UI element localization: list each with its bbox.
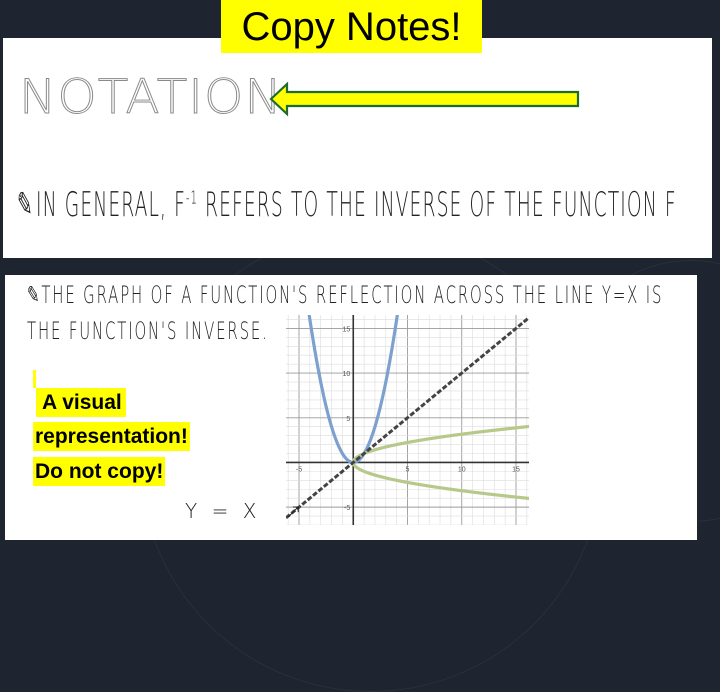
reflection-line1-text: THE GRAPH OF A FUNCTION'S REFLECTION ACR…	[41, 281, 664, 309]
yx-label-text: Y = X	[185, 499, 261, 523]
arrow-up-right-icon: ↗	[284, 499, 306, 523]
notation-panel: NOTATION ✎IN GENERAL, F-1 REFERS TO THE …	[3, 38, 712, 258]
general-notation-text: ✎IN GENERAL, F-1 REFERS TO THE INVERSE O…	[17, 185, 677, 225]
left-arrow-icon	[269, 81, 580, 117]
reflection-text-line2: THE FUNCTION'S INVERSE.	[27, 317, 269, 345]
function-graph: -5 5 10 15 -5 5 10 15	[286, 315, 529, 525]
general-text-post: REFERS TO THE INVERSE OF THE FUNCTION F	[198, 185, 677, 225]
note-highlight-1	[33, 370, 36, 388]
y-tick-label: 5	[346, 416, 350, 423]
general-text-pre: IN GENERAL, F	[35, 185, 186, 225]
note-line1: A visual	[36, 388, 126, 417]
arrow-shape	[269, 81, 580, 117]
reflection-panel: ✎THE GRAPH OF A FUNCTION'S REFLECTION AC…	[5, 275, 697, 540]
note-line2: representation!	[33, 422, 190, 451]
note-line3: Do not copy!	[33, 457, 166, 486]
y-tick-label: -5	[344, 505, 350, 512]
pencil-icon: ✎	[17, 185, 34, 225]
x-tick-label: 15	[512, 466, 520, 473]
y-tick-label: 15	[342, 326, 350, 333]
reflection-text-line1: ✎THE GRAPH OF A FUNCTION'S REFLECTION AC…	[27, 281, 663, 309]
identity-line-label: Y = X ↗	[185, 499, 306, 523]
slide-title: Copy Notes!	[221, 0, 482, 53]
inverse-superscript: -1	[185, 187, 199, 209]
notation-heading: NOTATION	[19, 69, 283, 125]
x-tick-label: -5	[296, 466, 302, 473]
pencil-icon: ✎	[27, 281, 42, 309]
x-tick-label: 10	[458, 466, 466, 473]
x-tick-label: 5	[406, 466, 410, 473]
y-tick-label: 10	[342, 371, 350, 378]
